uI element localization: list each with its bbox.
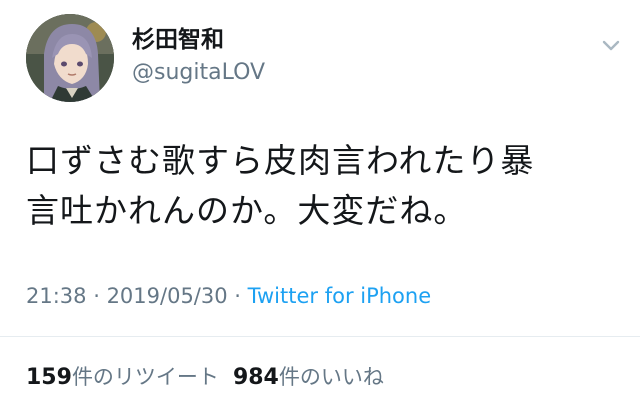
tweet-header: 杉田智和 @sugitaLOV bbox=[26, 14, 626, 106]
meta-separator: · bbox=[227, 284, 248, 308]
chevron-down-icon[interactable] bbox=[598, 36, 624, 56]
tweet-card: 杉田智和 @sugitaLOV 口ずさむ歌すら皮肉言われたり暴 言吐かれんのか。… bbox=[0, 0, 640, 411]
like-count: 984 bbox=[232, 365, 279, 390]
retweet-stat[interactable]: 159件のリツイート bbox=[26, 363, 219, 392]
avatar-image bbox=[26, 14, 114, 102]
like-stat[interactable]: 984件のいいね bbox=[233, 363, 384, 392]
tweet-date[interactable]: 2019/05/30 bbox=[107, 284, 228, 308]
tweet-source-link[interactable]: Twitter for iPhone bbox=[248, 284, 432, 308]
retweet-label: 件のリツイート bbox=[71, 365, 219, 389]
display-name[interactable]: 杉田智和 bbox=[132, 26, 265, 54]
retweet-count: 159 bbox=[26, 365, 72, 390]
tweet-text: 口ずさむ歌すら皮肉言われたり暴 言吐かれんのか。大変だね。 bbox=[26, 136, 616, 236]
tweet-stats: 159件のリツイート 984件のいいね bbox=[26, 363, 384, 392]
user-name-block[interactable]: 杉田智和 @sugitaLOV bbox=[132, 26, 265, 86]
divider bbox=[0, 336, 640, 337]
meta-separator: · bbox=[86, 284, 107, 308]
user-handle[interactable]: @sugitaLOV bbox=[132, 60, 265, 86]
tweet-meta: 21:38 · 2019/05/30 · Twitter for iPhone bbox=[26, 282, 431, 310]
like-label: 件のいいね bbox=[278, 365, 384, 389]
tweet-time[interactable]: 21:38 bbox=[26, 284, 87, 308]
tweet-text-line: 口ずさむ歌すら皮肉言われたり暴 bbox=[26, 141, 535, 180]
user-avatar-icon[interactable] bbox=[26, 14, 114, 102]
tweet-text-line: 言吐かれんのか。大変だね。 bbox=[26, 191, 468, 230]
